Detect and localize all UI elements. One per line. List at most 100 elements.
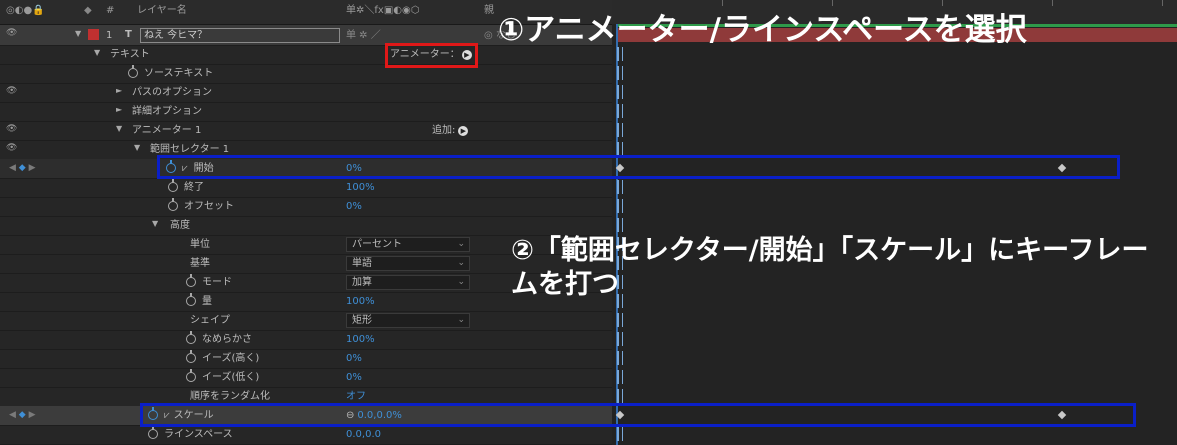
prop-row-path-options[interactable]: 👁 ► パスのオプション: [0, 83, 612, 103]
prop-value[interactable]: 100%: [346, 181, 375, 194]
prop-row-more-options[interactable]: ► 詳細オプション: [0, 102, 612, 122]
ruler-tick: [1052, 0, 1053, 6]
select-value: パーセント: [352, 239, 402, 250]
prop-row-end[interactable]: 終了 100%: [0, 178, 612, 198]
prop-row-advanced[interactable]: ▼ 高度: [0, 216, 612, 236]
ruler-tick: [832, 0, 833, 6]
add-property-menu[interactable]: 追加: ▶: [432, 124, 469, 137]
ruler-tick: [1162, 0, 1163, 6]
timeline-marker: [617, 351, 623, 365]
keyframe-navigator[interactable]: ◀ ◆ ▶: [9, 410, 36, 420]
text-layer-icon: T: [125, 29, 132, 40]
prop-label: イーズ(高く): [202, 353, 260, 364]
label-icon[interactable]: ◆: [84, 4, 92, 18]
stopwatch-icon[interactable]: [168, 179, 178, 192]
visibility-eye-icon[interactable]: 👁: [6, 143, 17, 153]
prop-row-offset[interactable]: オフセット 0%: [0, 197, 612, 217]
timeline-marker: [617, 142, 623, 156]
label-color-swatch[interactable]: [88, 29, 99, 40]
parent-column-header[interactable]: 親: [484, 4, 494, 18]
timeline-marker: [617, 123, 623, 137]
switches-column-header: 单✲＼fx▣◐◉⬡: [346, 5, 420, 16]
expand-chevron-icon[interactable]: ▼: [94, 48, 100, 57]
based-on-select[interactable]: 単語 ⌄: [346, 256, 470, 271]
visibility-eye-icon[interactable]: 👁: [6, 86, 17, 96]
expand-chevron-icon[interactable]: ▼: [134, 143, 140, 152]
timeline-panel[interactable]: [612, 0, 1177, 445]
prop-label: オフセット: [184, 201, 234, 212]
select-value: 矩形: [352, 315, 372, 326]
units-select[interactable]: パーセント ⌄: [346, 237, 470, 252]
timeline-marker: [617, 370, 623, 384]
prop-value[interactable]: オフ: [346, 390, 366, 403]
stopwatch-icon[interactable]: [186, 331, 196, 344]
layer-name: ねえ 今ヒマ？: [144, 30, 208, 41]
prop-label: 単位: [190, 239, 210, 250]
stopwatch-icon[interactable]: [186, 274, 196, 287]
mode-select[interactable]: 加算 ⌄: [346, 275, 470, 290]
prop-label: ソーステキスト: [144, 68, 214, 79]
prop-label: アニメーター 1: [132, 125, 202, 136]
stopwatch-icon[interactable]: [186, 293, 196, 306]
prop-value[interactable]: 0%: [346, 352, 362, 365]
select-value: 加算: [352, 277, 372, 288]
column-switch-icons[interactable]: ◎◐●🔒: [6, 4, 45, 18]
prop-label: テキスト: [110, 49, 150, 60]
prop-value[interactable]: 0%: [346, 371, 362, 384]
prop-label: モード: [202, 277, 232, 288]
prop-label: シェイプ: [190, 315, 230, 326]
layer-panel: ◎◐●🔒 ◆ # レイヤー名 单✲＼fx▣◐◉⬡ 親 👁 ▼ 1 T ねえ 今ヒ…: [0, 0, 612, 445]
layer-name-column-header[interactable]: レイヤー名: [137, 4, 187, 18]
start-row-highlight-box: [157, 155, 1120, 179]
ruler-tick: [722, 0, 723, 6]
timeline-marker: [617, 104, 623, 118]
prop-row-ease-high[interactable]: イーズ(高く) 0%: [0, 349, 612, 369]
expand-chevron-icon[interactable]: ►: [116, 105, 122, 114]
stopwatch-icon[interactable]: [148, 426, 158, 439]
prop-row-source-text[interactable]: ソーステキスト: [0, 64, 612, 84]
index-column-header: #: [106, 5, 115, 16]
chevron-down-icon: ⌄: [457, 258, 465, 268]
stopwatch-icon[interactable]: [186, 369, 196, 382]
add-label: 追加:: [432, 125, 456, 136]
expand-chevron-icon[interactable]: ▼: [116, 124, 122, 133]
chevron-down-icon: ⌄: [457, 239, 465, 249]
prop-label: 量: [202, 296, 212, 307]
prop-row-line-spacing[interactable]: ラインスペース 0.0,0.0: [0, 425, 612, 445]
shape-select[interactable]: 矩形 ⌄: [346, 313, 470, 328]
prop-label: ラインスペース: [164, 429, 233, 440]
ruler-tick: [942, 0, 943, 6]
stopwatch-icon[interactable]: [186, 350, 196, 363]
expand-chevron-icon[interactable]: ▼: [152, 219, 158, 228]
prop-label: 詳細オプション: [132, 106, 202, 117]
visibility-eye-icon[interactable]: 👁: [6, 124, 17, 134]
annotation-step-2: ②「範囲セレクター/開始」「スケール」にキーフレームを打つ: [511, 235, 1149, 300]
chevron-down-icon: ⌄: [457, 315, 465, 325]
prop-value[interactable]: 100%: [346, 333, 375, 346]
layer-name-field[interactable]: ねえ 今ヒマ？: [140, 28, 340, 43]
prop-label: パスのオプション: [132, 87, 212, 98]
prop-row-smoothness[interactable]: なめらかさ 100%: [0, 330, 612, 350]
timeline-marker: [617, 313, 623, 327]
prop-label: 基準: [190, 258, 210, 269]
expand-layer-chevron-icon[interactable]: ▼: [75, 29, 81, 38]
prop-row-shape[interactable]: シェイプ 矩形 ⌄: [0, 311, 612, 331]
stopwatch-icon[interactable]: [168, 198, 178, 211]
prop-label: イーズ(低く): [202, 372, 260, 383]
layer-switches[interactable]: 单 ✲ ／: [346, 29, 381, 42]
prop-row-animator-1[interactable]: 👁 ▼ アニメーター 1 追加: ▶: [0, 121, 612, 141]
prop-row-ease-low[interactable]: イーズ(低く) 0%: [0, 368, 612, 388]
add-arrow-icon: ▶: [458, 126, 469, 136]
timeline-marker: [617, 427, 623, 441]
prop-label: 順序をランダム化: [190, 391, 270, 402]
prop-value[interactable]: 0%: [346, 200, 362, 213]
prop-value[interactable]: 0.0,0.0: [346, 428, 381, 441]
timeline-marker: [617, 389, 623, 403]
prop-value[interactable]: 100%: [346, 295, 375, 308]
stopwatch-icon[interactable]: [128, 65, 138, 78]
visibility-eye-icon[interactable]: 👁: [6, 28, 17, 38]
annotation-step-1: ①アニメーター/ラインスペースを選択: [498, 12, 1027, 48]
select-value: 単語: [352, 258, 372, 269]
expand-chevron-icon[interactable]: ►: [116, 86, 122, 95]
keyframe-navigator[interactable]: ◀ ◆ ▶: [9, 163, 36, 173]
